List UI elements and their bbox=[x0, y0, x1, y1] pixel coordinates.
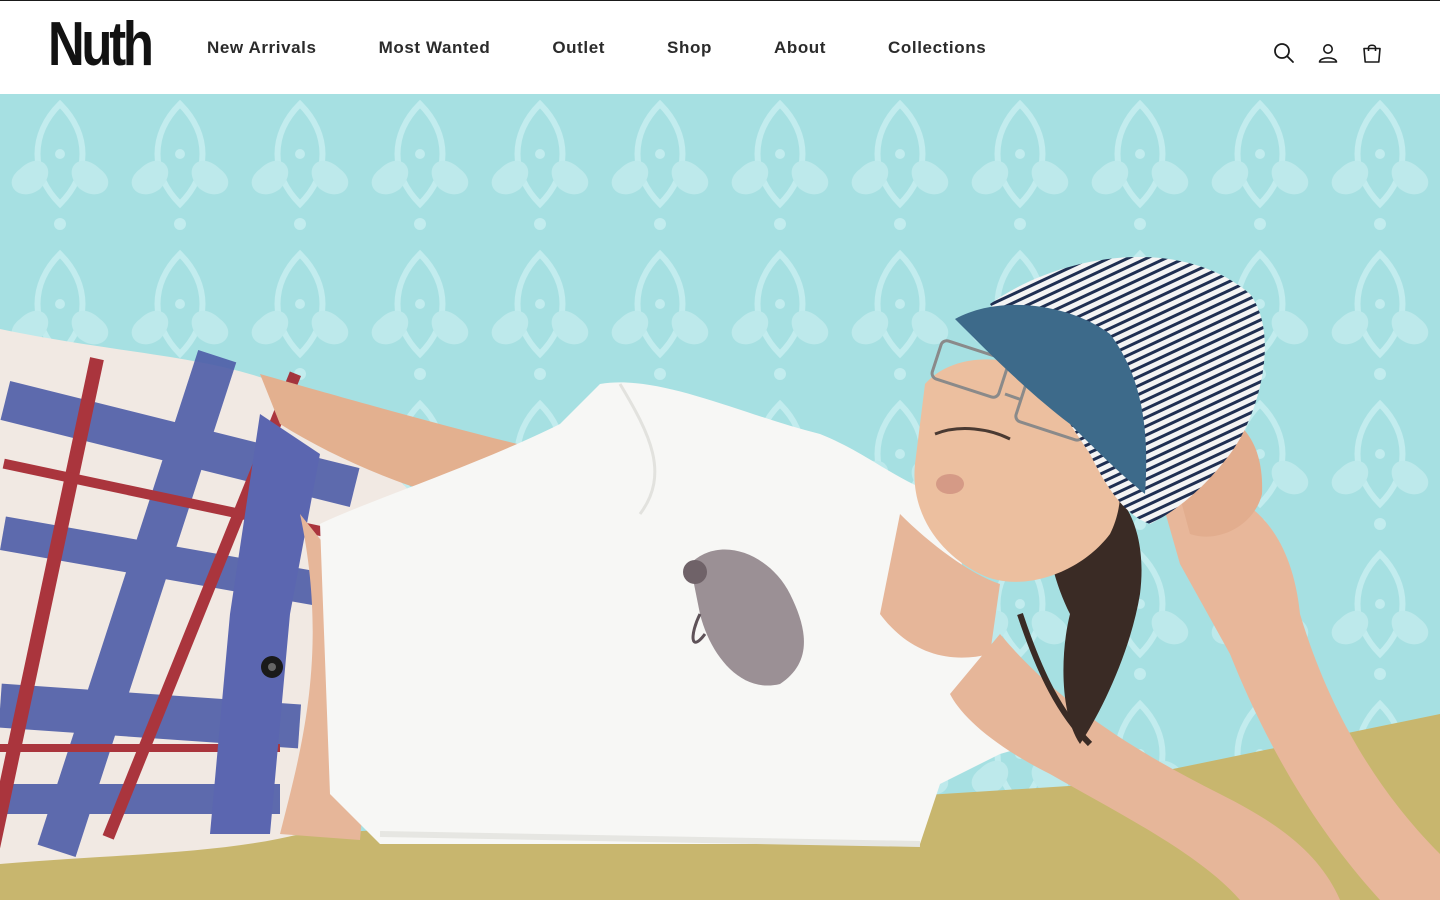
hero-banner[interactable] bbox=[0, 94, 1440, 900]
cart-icon bbox=[1363, 44, 1381, 63]
search-icon bbox=[1274, 43, 1294, 63]
nav-item-shop[interactable]: Shop bbox=[636, 30, 743, 66]
cart-button[interactable] bbox=[1350, 31, 1394, 75]
nav-item-outlet[interactable]: Outlet bbox=[521, 30, 636, 66]
nav-item-most-wanted[interactable]: Most Wanted bbox=[348, 30, 522, 66]
account-icon bbox=[1318, 44, 1338, 63]
nav-item-new-arrivals[interactable]: New Arrivals bbox=[176, 30, 348, 66]
brand-logo[interactable]: Nuth bbox=[48, 11, 154, 79]
search-button[interactable] bbox=[1262, 31, 1306, 75]
nav-item-about[interactable]: About bbox=[743, 30, 857, 66]
header-icons bbox=[1262, 31, 1394, 75]
main-nav: New Arrivals Most Wanted Outlet Shop Abo… bbox=[176, 28, 1017, 68]
site-header: Nuth New Arrivals Most Wanted Outlet Sho… bbox=[0, 0, 1440, 94]
nav-item-collections[interactable]: Collections bbox=[857, 30, 1017, 66]
hero-model-image bbox=[0, 94, 1440, 900]
account-button[interactable] bbox=[1306, 31, 1350, 75]
